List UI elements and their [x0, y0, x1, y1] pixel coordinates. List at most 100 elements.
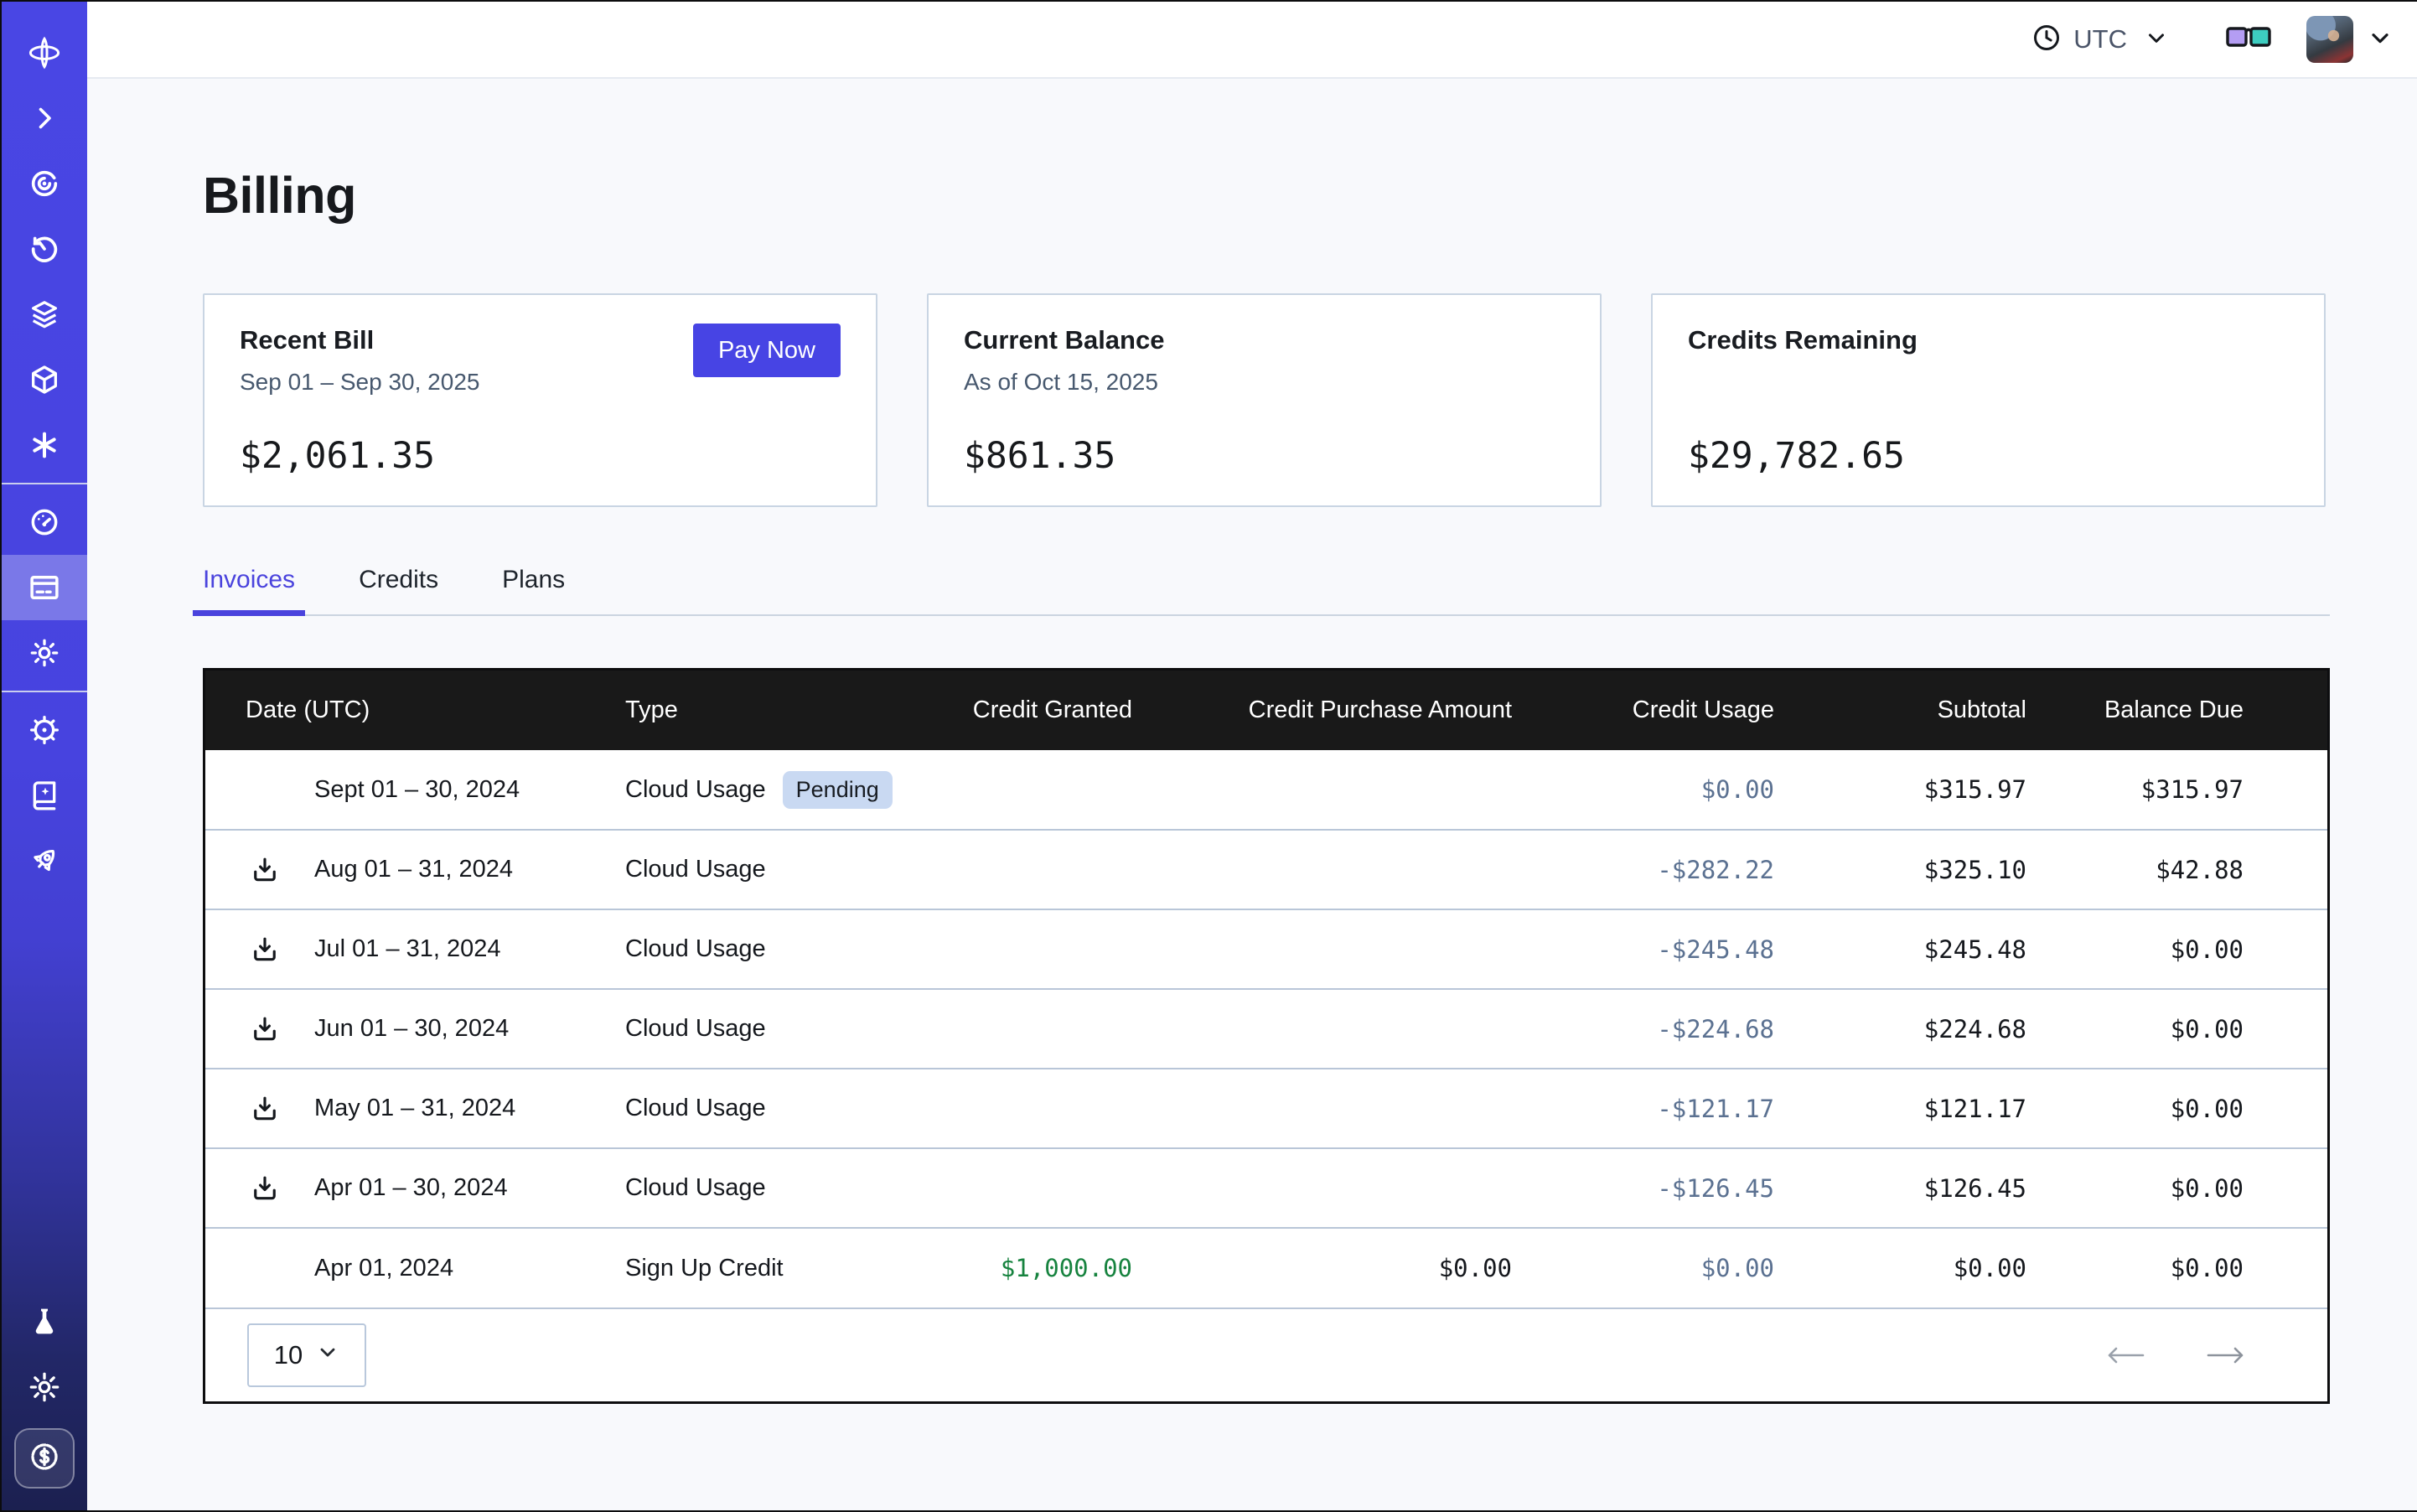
invoice-type: Sign Up Credit [625, 1255, 784, 1282]
credit-purchase-amount [1132, 1069, 1512, 1148]
sidebar-item-launch[interactable] [2, 828, 87, 893]
credit-granted: $1,000.00 [901, 1228, 1132, 1307]
helm-wheel-icon [28, 713, 61, 747]
next-page-button[interactable] [2205, 1343, 2247, 1368]
page-size-select[interactable]: 10 [247, 1323, 366, 1387]
balance-due: $0.00 [2026, 909, 2327, 989]
table-footer: 10 [205, 1307, 2327, 1401]
column-credit-purchase-amount: Credit Purchase Amount [1132, 671, 1512, 750]
invoice-date: Jul 01 – 31, 2024 [314, 935, 501, 963]
sidebar-item-fleet[interactable] [2, 697, 87, 763]
subtotal: $325.10 [1774, 830, 2026, 909]
balance-due: $0.00 [2026, 1148, 2327, 1228]
recent-bill-amount: $2,061.35 [240, 435, 841, 477]
table-row: May 01 – 31, 2024 Cloud Usage -$121.17 $… [205, 1069, 2327, 1148]
sidebar-item-logo[interactable] [2, 20, 87, 85]
card-title: Current Balance [964, 325, 1565, 355]
balance-due: $0.00 [2026, 989, 2327, 1069]
invoice-date: Sept 01 – 30, 2024 [314, 776, 520, 804]
table-row: Jun 01 – 30, 2024 Cloud Usage -$224.68 $… [205, 989, 2327, 1069]
credit-purchase-amount [1132, 909, 1512, 989]
current-balance-amount: $861.35 [964, 435, 1565, 477]
invoice-date: Apr 01 – 30, 2024 [314, 1174, 508, 1202]
credit-granted [901, 830, 1132, 909]
credit-usage: -$121.17 [1512, 1069, 1774, 1148]
credit-purchase-amount [1132, 1148, 1512, 1228]
download-invoice-icon[interactable] [250, 1173, 280, 1204]
cube-icon [28, 363, 61, 396]
sidebar-item-usage[interactable] [2, 489, 87, 555]
sun-icon [28, 1370, 61, 1404]
column-credit-granted: Credit Granted [901, 671, 1132, 750]
page-size-value: 10 [274, 1340, 303, 1370]
credit-granted [901, 1148, 1132, 1228]
column-type: Type [625, 671, 901, 750]
sidebar-item-docs[interactable] [2, 763, 87, 828]
invoice-date: Jun 01 – 30, 2024 [314, 1015, 509, 1043]
prev-page-button[interactable] [2104, 1343, 2146, 1368]
subtotal: $121.17 [1774, 1069, 2026, 1148]
sidebar-item-labs[interactable] [2, 1289, 87, 1354]
invoice-date: Aug 01 – 31, 2024 [314, 856, 513, 883]
credits-button[interactable] [14, 1428, 75, 1489]
credits-remaining-card: Credits Remaining $29,782.65 [1651, 293, 2326, 507]
balance-due: $42.88 [2026, 830, 2327, 909]
reader-mode-toggle[interactable] [2224, 20, 2273, 60]
sidebar-item-layers[interactable] [2, 282, 87, 347]
subtotal: $245.48 [1774, 909, 2026, 989]
sidebar-item-expand[interactable] [2, 85, 87, 151]
download-invoice-icon[interactable] [250, 1014, 280, 1044]
sidebar-item-cube[interactable] [2, 347, 87, 412]
credit-usage: -$245.48 [1512, 909, 1774, 989]
tab-invoices[interactable]: Invoices [193, 566, 305, 614]
invoice-date: Apr 01, 2024 [314, 1255, 453, 1282]
credit-usage: $0.00 [1512, 750, 1774, 830]
chevron-right-icon [29, 103, 60, 133]
asterisk-icon [28, 428, 61, 462]
credit-granted [901, 989, 1132, 1069]
dollar-badge-icon [27, 1439, 62, 1478]
rocket-icon [28, 844, 61, 878]
orbit-logo-icon [27, 35, 62, 70]
table-row: Jul 01 – 31, 2024 Cloud Usage -$245.48 $… [205, 909, 2327, 989]
sidebar [2, 2, 87, 1510]
account-menu-chevron-icon[interactable] [2367, 24, 2394, 55]
app-frame: UTC [0, 0, 2417, 1512]
balance-due: $315.97 [2026, 750, 2327, 830]
sidebar-item-billing[interactable] [2, 555, 87, 620]
sidebar-item-observe[interactable] [2, 151, 87, 216]
invoice-type: Cloud Usage [625, 1095, 766, 1122]
sidebar-item-theme[interactable] [2, 1354, 87, 1420]
tab-plans[interactable]: Plans [492, 566, 575, 614]
layers-icon [28, 298, 61, 331]
credit-usage: -$126.45 [1512, 1148, 1774, 1228]
sidebar-item-history[interactable] [2, 216, 87, 282]
pager [2104, 1343, 2247, 1368]
invoice-type: Cloud Usage [625, 856, 766, 883]
invoice-type: Cloud Usage [625, 1015, 766, 1043]
sidebar-item-settings[interactable] [2, 620, 87, 686]
user-avatar[interactable] [2306, 16, 2353, 63]
chevron-down-icon [316, 1340, 339, 1370]
tab-credits[interactable]: Credits [349, 566, 448, 614]
subtotal: $224.68 [1774, 989, 2026, 1069]
billing-tabs: Invoices Credits Plans [203, 566, 2330, 616]
docs-book-icon [28, 779, 61, 812]
clock-icon [2031, 23, 2062, 57]
balance-as-of: As of Oct 15, 2025 [964, 369, 1565, 396]
chevron-down-icon [2144, 25, 2169, 54]
column-subtotal: Subtotal [1774, 671, 2026, 750]
history-timer-icon [28, 232, 61, 266]
table-row: Apr 01, 2024 Sign Up Credit $1,000.00 $0… [205, 1228, 2327, 1307]
sidebar-item-asterisk[interactable] [2, 412, 87, 478]
table-row: Aug 01 – 31, 2024 Cloud Usage -$282.22 $… [205, 830, 2327, 909]
download-invoice-icon[interactable] [250, 1094, 280, 1124]
credit-purchase-amount: $0.00 [1132, 1228, 1512, 1307]
timezone-selector[interactable]: UTC [2031, 23, 2169, 57]
download-invoice-icon[interactable] [250, 935, 280, 965]
invoice-type: Cloud Usage [625, 1174, 766, 1202]
download-invoice-icon[interactable] [250, 855, 280, 885]
pay-now-button[interactable]: Pay Now [693, 324, 841, 377]
table-row: Apr 01 – 30, 2024 Cloud Usage -$126.45 $… [205, 1148, 2327, 1228]
table-header-row: Date (UTC) Type Credit Granted Credit Pu… [205, 671, 2327, 750]
